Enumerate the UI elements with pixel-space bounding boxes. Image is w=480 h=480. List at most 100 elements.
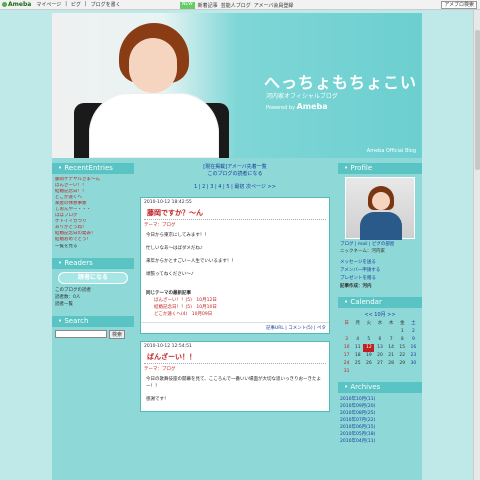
calendar-day[interactable]: 26 bbox=[363, 360, 374, 368]
calendar-weekday: 日 bbox=[344, 321, 349, 326]
register-link[interactable]: アメーバ会員登録 bbox=[254, 2, 294, 9]
calendar-day[interactable]: 22 bbox=[397, 352, 408, 360]
top-mid-links: NEW 新着記事 芸能人ブログ アメーバ会員登録 bbox=[180, 2, 293, 9]
scrollbar-thumb[interactable] bbox=[475, 30, 480, 170]
page-link[interactable]: 2 bbox=[202, 184, 205, 190]
calendar-day[interactable]: 10 bbox=[341, 344, 352, 352]
reader-list-link[interactable]: 読者一覧 bbox=[55, 301, 134, 308]
blog-page: へっちょもちょこい 河内家オフィシャルブログ Powered by Ameba … bbox=[52, 13, 422, 480]
calendar-day[interactable]: 11 bbox=[352, 344, 363, 352]
calendar-day[interactable]: 4 bbox=[352, 336, 363, 344]
next-page-link[interactable]: 次ページ >> bbox=[246, 184, 276, 190]
calendar-day[interactable]: 2 bbox=[408, 328, 419, 336]
first-page-link[interactable]: 最初 bbox=[234, 184, 244, 190]
page-link[interactable]: 5 bbox=[226, 184, 229, 190]
calendar-day[interactable]: 17 bbox=[341, 352, 352, 360]
blog-search-button[interactable]: アメブロ検索 bbox=[441, 1, 477, 9]
search-input[interactable] bbox=[55, 330, 107, 338]
same-theme-link[interactable]: どこか遠くへ(4) 10月09日 bbox=[146, 311, 324, 318]
archive-link[interactable]: 2010年04月(11) bbox=[340, 438, 422, 445]
calendar-day[interactable]: 5 bbox=[363, 336, 374, 344]
same-theme-recent: 同じテーマの最新記事 ばんざーい！！(5) 10月12日 結婚記念日！！(5) … bbox=[146, 290, 324, 318]
profile-mail-link[interactable]: mail bbox=[358, 242, 368, 247]
calendar-weekday: 火 bbox=[366, 321, 372, 326]
calendar-title: Calendar bbox=[338, 297, 422, 308]
reader-label[interactable]: このブログの読者 bbox=[55, 287, 134, 294]
become-reader-button[interactable]: 読者になる bbox=[58, 272, 128, 284]
post-title[interactable]: ばんざーい！！ bbox=[144, 351, 326, 364]
calendar-day[interactable]: 31 bbox=[341, 368, 352, 376]
calendar-day[interactable]: 25 bbox=[352, 360, 363, 368]
amember-list-link[interactable]: [現在掲載]アメーバ先着一覧 bbox=[140, 164, 330, 171]
calendar-day[interactable]: 13 bbox=[374, 344, 385, 352]
profile-photo[interactable] bbox=[345, 177, 415, 240]
calendar-day[interactable]: 27 bbox=[374, 360, 385, 368]
calendar-day[interactable]: 15 bbox=[397, 344, 408, 352]
calendar-day[interactable]: 24 bbox=[341, 360, 352, 368]
calendar-day[interactable]: 7 bbox=[386, 336, 397, 344]
calendar-day bbox=[386, 368, 397, 376]
calendar-day[interactable]: 21 bbox=[386, 352, 397, 360]
page-link[interactable]: 1 bbox=[194, 184, 197, 190]
page-link[interactable]: 3 bbox=[210, 184, 213, 190]
calendar-day[interactable]: 9 bbox=[408, 336, 419, 344]
post-title[interactable]: 藤岡ですか？〜ん bbox=[144, 207, 326, 220]
same-theme-link[interactable]: 結婚記念日！！(5) 10月10日 bbox=[146, 304, 324, 311]
archive-link[interactable]: 2010年09月(20) bbox=[340, 403, 422, 410]
calendar-day[interactable]: 29 bbox=[397, 360, 408, 368]
blog-title[interactable]: へっちょもちょこい bbox=[264, 69, 417, 93]
right-sidebar: Profile ブログ | mail | ピグの部屋 ニックネーム：河内家 メッ… bbox=[338, 163, 422, 445]
same-theme-link[interactable]: ばんざーい！！(5) 10月12日 bbox=[146, 297, 324, 304]
calendar-day bbox=[363, 328, 374, 336]
post-theme[interactable]: テーマ：ブログ bbox=[141, 364, 329, 374]
page-scrollbar[interactable] bbox=[473, 10, 480, 480]
calendar-day[interactable]: 14 bbox=[386, 344, 397, 352]
reader-count: 読者数：0人 bbox=[55, 295, 81, 300]
profile-blog-link[interactable]: ブログ bbox=[340, 242, 354, 247]
follow-blog-link[interactable]: このブログの読者になる bbox=[140, 171, 330, 178]
send-present-link[interactable]: プレゼントを贈る bbox=[340, 275, 422, 283]
calendar-day[interactable]: 16 bbox=[408, 344, 419, 352]
calendar-day[interactable]: 30 bbox=[408, 360, 419, 368]
pigg-link[interactable]: ピグ bbox=[70, 1, 82, 8]
profile-pigg-link[interactable]: ピグの部屋 bbox=[372, 242, 395, 247]
archive-link[interactable]: 2010年08月(25) bbox=[340, 410, 422, 417]
calendar-day[interactable]: 18 bbox=[352, 352, 363, 360]
archive-link[interactable]: 2010年06月(15) bbox=[340, 424, 422, 431]
calendar-day[interactable]: 12 bbox=[363, 344, 375, 352]
readers-title: Readers bbox=[52, 258, 134, 269]
calendar-nav[interactable]: << 10月 >> bbox=[338, 311, 422, 318]
post-theme[interactable]: テーマ：ブログ bbox=[141, 220, 329, 230]
pager: 1 | 2 | 3 | 4 | 5 | 最初 次ページ >> bbox=[194, 184, 276, 190]
calendar-day[interactable]: 1 bbox=[397, 328, 408, 336]
new-badge: NEW bbox=[180, 2, 195, 9]
calendar-day[interactable]: 28 bbox=[386, 360, 397, 368]
entries-more-link[interactable]: 一覧を見る bbox=[55, 244, 134, 250]
mypage-link[interactable]: マイページ bbox=[35, 1, 62, 8]
post-date: 2010-10-12 18:42:55 bbox=[144, 200, 192, 205]
post-footer[interactable]: 記事URL | コメント(5) | ペタ bbox=[141, 322, 329, 333]
calendar-day[interactable]: 8 bbox=[397, 336, 408, 344]
celeb-blog-link[interactable]: 芸能人ブログ bbox=[221, 2, 251, 9]
calendar-day[interactable]: 20 bbox=[374, 352, 385, 360]
top-bar: Ameba マイページ | ピグ | ブログを書く NEW 新着記事 芸能人ブログ … bbox=[0, 0, 480, 10]
post-body: 今日から東京にしてみます！！ 忙しいなあ〜はばダメだね♪ 来年からかとすごいー人… bbox=[146, 233, 236, 277]
ameba-logo[interactable]: Ameba bbox=[2, 1, 31, 8]
calendar-day[interactable]: 3 bbox=[341, 336, 352, 344]
entry-link[interactable]: 結婚おめでとう！ bbox=[55, 237, 134, 243]
calendar-day[interactable]: 19 bbox=[363, 352, 374, 360]
send-message-link[interactable]: メッセージを送る bbox=[340, 259, 422, 267]
archive-link[interactable]: 2010年05月(18) bbox=[340, 431, 422, 438]
write-blog-link[interactable]: ブログを書く bbox=[90, 1, 122, 8]
page-link[interactable]: 4 bbox=[218, 184, 221, 190]
archive-link[interactable]: 2010年07月(22) bbox=[340, 417, 422, 424]
profile-title: Profile bbox=[338, 163, 422, 174]
calendar-weekday: 土 bbox=[411, 321, 416, 326]
calendar-day[interactable]: 6 bbox=[374, 336, 385, 344]
new-posts-link[interactable]: 新着記事 bbox=[198, 2, 218, 9]
profile-bold-link[interactable]: 記事作成：河内 bbox=[340, 284, 372, 289]
search-button[interactable]: 検索 bbox=[109, 330, 126, 339]
calendar-day[interactable]: 23 bbox=[408, 352, 419, 360]
archive-link[interactable]: 2010年10月(11) bbox=[340, 396, 422, 403]
amember-request-link[interactable]: アメンバー申請する bbox=[340, 267, 422, 275]
